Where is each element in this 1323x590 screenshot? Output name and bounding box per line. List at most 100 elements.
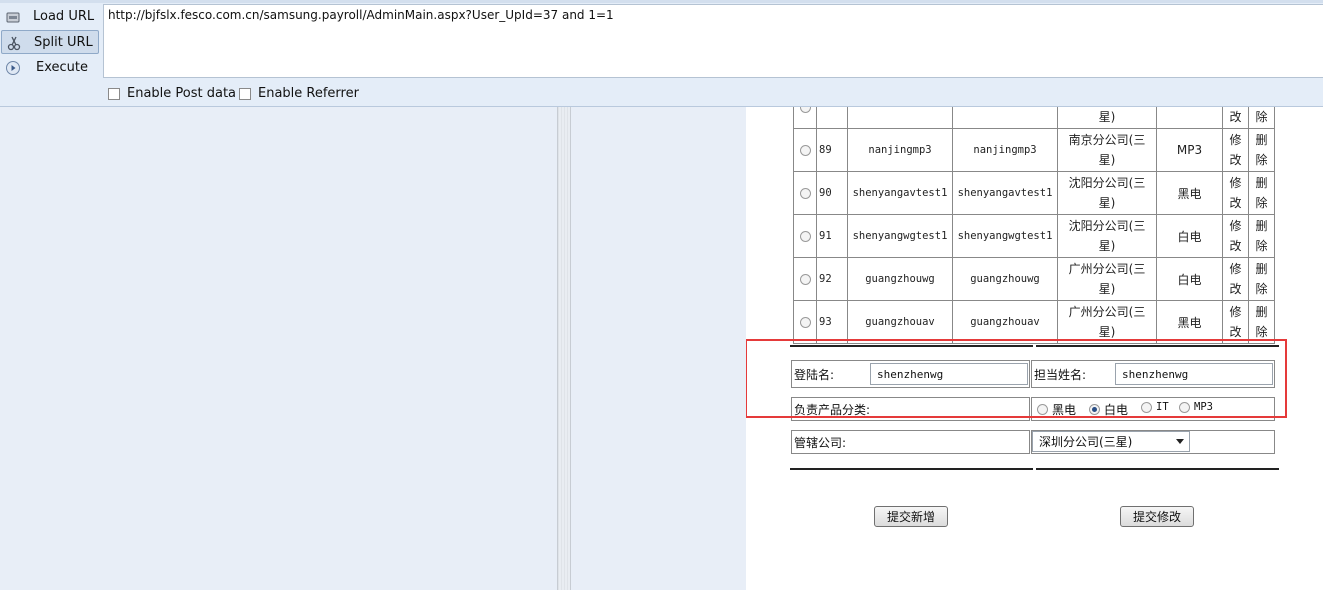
checkbox-box[interactable] (108, 87, 120, 100)
table-row: 90 shenyangavtest1 shenyangavtest1 沈阳分公司(三星… (793, 171, 1275, 215)
row-select-cell[interactable] (793, 171, 817, 215)
row-select-cell[interactable] (793, 128, 817, 172)
company-text: 星) (1098, 282, 1116, 296)
company-cell: 星) (1057, 107, 1157, 129)
delete-link[interactable]: 删除 (1248, 171, 1275, 215)
id-cell: 92 (816, 257, 848, 301)
delete-text: 删 (1255, 262, 1268, 276)
table-row: 星) 改 除 (793, 107, 1275, 129)
login-cell: shenyangavtest1 (847, 171, 953, 215)
product-text: 白电 (1177, 229, 1202, 244)
modify-link[interactable]: 修改 (1222, 128, 1249, 172)
user-password: shenyangavtest1 (957, 187, 1053, 199)
table-row: 89 nanjingmp3 nanjingmp3 南京分公司(三 星) MP3 修改删除 (793, 128, 1275, 172)
table-row: 93 guangzhouav guangzhouav 广州分公司(三 星) 黑电 修改删除 (793, 300, 1275, 344)
user-id: 90 (819, 187, 832, 199)
company-cell: 沈阳分公司(三 星) (1057, 214, 1157, 258)
password-cell: nanjingmp3 (952, 128, 1058, 172)
enable-referrer-checkbox[interactable]: Enable Referrer (239, 86, 359, 101)
modify-link[interactable]: 修改 (1222, 257, 1249, 301)
modify-text: 改 (1229, 110, 1242, 124)
product-cell: 白电 (1156, 257, 1223, 301)
delete-link[interactable]: 删除 (1248, 300, 1275, 344)
company-text: 南京分公司(三 (1068, 133, 1146, 147)
user-login: guangzhouav (865, 316, 935, 328)
table-row: 91 shenyangwgtest1 shenyangwgtest1 沈阳分公司(三星… (793, 214, 1275, 258)
delete-text: 除 (1255, 325, 1268, 339)
user-password: guangzhouav (970, 316, 1040, 328)
password-cell: shenyangavtest1 (952, 171, 1058, 215)
company-text: 沈阳分公司(三 (1068, 176, 1146, 190)
modify-link[interactable]: 修改 (1222, 300, 1249, 344)
modify-link[interactable]: 改 (1222, 107, 1249, 129)
row-select-cell[interactable] (793, 214, 817, 258)
delete-link[interactable]: 删除 (1248, 257, 1275, 301)
user-id: 92 (819, 273, 832, 285)
login-cell (847, 107, 953, 129)
row-radio[interactable] (799, 273, 811, 285)
company-cell: 广州分公司(三 星) (1057, 300, 1157, 344)
load-url-button[interactable]: Load URL (1, 5, 99, 29)
row-radio[interactable] (799, 230, 811, 242)
company-text: 广州分公司(三 (1068, 305, 1146, 319)
user-table: 星) 改 除 89 nanjingmp3 nanjingmp3 南京分公司(三 星) MP… (793, 107, 1275, 344)
modify-link[interactable]: 修改 (1222, 171, 1249, 215)
company-cell: 广州分公司(三 星) (1057, 257, 1157, 301)
product-cell: MP3 (1156, 128, 1223, 172)
modify-text: 改 (1229, 239, 1242, 253)
product-cell (1156, 107, 1223, 129)
modify-link[interactable]: 修改 (1222, 214, 1249, 258)
branch-select[interactable]: 深圳分公司(三星) (1032, 431, 1190, 452)
row-radio[interactable] (799, 144, 811, 156)
row-select-cell[interactable] (793, 257, 817, 301)
delete-text: 删 (1255, 133, 1268, 147)
company-text: 广州分公司(三 (1068, 262, 1146, 276)
id-cell: 90 (816, 171, 848, 215)
user-id: 91 (819, 230, 832, 242)
row-radio[interactable] (799, 316, 811, 328)
red-highlight-box (746, 339, 1287, 418)
user-password: nanjingmp3 (973, 144, 1037, 156)
frame-splitter[interactable] (557, 107, 571, 590)
split-url-button[interactable]: Split URL (1, 30, 99, 54)
delete-link[interactable]: 删除 (1248, 128, 1275, 172)
submit-modify-button[interactable]: 提交修改 (1120, 506, 1194, 527)
modify-text: 改 (1229, 282, 1242, 296)
checkbox-box[interactable] (239, 87, 251, 100)
delete-text: 除 (1255, 153, 1268, 167)
chevron-down-icon (1176, 439, 1184, 444)
url-textarea[interactable]: http://bjfslx.fesco.com.cn/samsung.payro… (103, 4, 1323, 78)
user-id: 89 (819, 144, 832, 156)
user-login: nanjingmp3 (868, 144, 932, 156)
delete-text: 除 (1255, 239, 1268, 253)
password-cell: shenyangwgtest1 (952, 214, 1058, 258)
branch-row-left: 管辖公司: (791, 430, 1030, 454)
load-url-icon (6, 12, 20, 23)
login-cell: guangzhouwg (847, 257, 953, 301)
split-url-label: Split URL (34, 35, 93, 50)
company-cell: 沈阳分公司(三 星) (1057, 171, 1157, 215)
delete-link[interactable]: 删除 (1248, 214, 1275, 258)
product-text: MP3 (1176, 143, 1203, 157)
row-select-cell[interactable] (793, 300, 817, 344)
row-radio[interactable] (799, 187, 811, 199)
row-radio[interactable] (799, 107, 811, 113)
company-text: 星) (1098, 325, 1116, 339)
admin-page: 星) 改 除 89 nanjingmp3 nanjingmp3 南京分公司(三 星) MP… (746, 107, 1323, 590)
company-text: 星) (1098, 196, 1116, 210)
row-select-cell[interactable] (793, 107, 817, 129)
submit-new-button[interactable]: 提交新增 (874, 506, 948, 527)
modify-text: 修 (1229, 262, 1242, 276)
id-cell: 93 (816, 300, 848, 344)
delete-link[interactable]: 除 (1248, 107, 1275, 129)
modify-text: 修 (1229, 219, 1242, 233)
user-password: guangzhouwg (970, 273, 1040, 285)
company-text: 星) (1098, 110, 1116, 124)
branch-label: 管辖公司: (794, 435, 847, 450)
enable-post-checkbox[interactable]: Enable Post data (108, 86, 236, 101)
execute-button[interactable]: Execute (1, 56, 99, 80)
modify-text: 修 (1229, 305, 1242, 319)
scissors-icon (7, 36, 21, 51)
password-cell (952, 107, 1058, 129)
user-login: guangzhouwg (865, 273, 935, 285)
